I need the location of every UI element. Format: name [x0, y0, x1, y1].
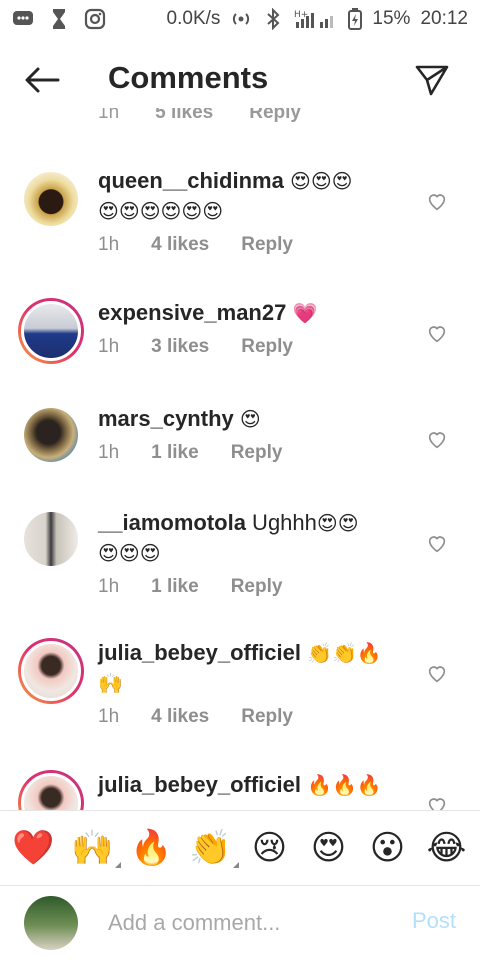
partial-comment-meta: 1h 5 likes Reply [98, 108, 301, 123]
comment-emoji: 😍😍😍 [289, 169, 353, 193]
emoji-quick-bar: ❤️ 🙌 🔥 👏 😢 😍 😮 😂 [0, 810, 480, 886]
reply-button[interactable]: Reply [241, 336, 293, 358]
comment-time: 1h [98, 336, 120, 357]
comment-emoji: 👏👏🔥 [307, 641, 382, 665]
chat-icon [12, 8, 34, 30]
comment-time: 1h [98, 442, 120, 463]
avatar[interactable] [18, 770, 84, 810]
comment-username[interactable]: julia_bebey_officiel [98, 640, 301, 665]
instagram-icon [84, 8, 106, 30]
signal-icon: H+ [294, 8, 338, 30]
comment-item: julia_bebey_officiel 🔥🔥🔥 [0, 770, 480, 810]
avatar[interactable] [18, 298, 84, 364]
likes-count[interactable]: 1 like [151, 442, 199, 464]
like-heart-icon[interactable] [426, 322, 448, 344]
status-bar: 0.0K/s H+ 15% 20:12 [0, 0, 480, 38]
page-title: Comments [108, 60, 269, 95]
emoji-heart-eyes-button[interactable]: 😍 [303, 822, 355, 874]
hourglass-icon [48, 8, 70, 30]
bluetooth-icon [262, 8, 284, 30]
emoji-laughing-button[interactable]: 😂 [421, 822, 473, 874]
comment-time: 1h [98, 706, 120, 727]
comment-emoji: 😍😍 [316, 511, 359, 535]
back-button[interactable] [22, 62, 62, 98]
comment-emoji: 😍 [239, 407, 261, 431]
comment-username[interactable]: mars_cynthy [98, 406, 234, 431]
post-button[interactable]: Post [412, 908, 456, 934]
emoji-fire-button[interactable]: 🔥 [126, 822, 178, 874]
emoji-surprised-button[interactable]: 😮 [362, 822, 414, 874]
comment-item: expensive_man27 💗 1h 3 likes Reply [0, 298, 480, 388]
like-heart-icon[interactable] [426, 794, 448, 810]
reply-button[interactable]: Reply [241, 706, 293, 728]
comment-username[interactable]: expensive_man27 [98, 300, 286, 325]
battery-percent: 15% [372, 8, 411, 29]
comment-item: __iamomotola Ughhh😍😍 😍😍😍 1h 1 like Reply [0, 508, 480, 618]
comment-composer: Post [0, 886, 480, 960]
emoji-crying-button[interactable]: 😢 [244, 822, 296, 874]
avatar[interactable] [24, 512, 78, 566]
comment-emoji: 🙌 [98, 671, 123, 695]
share-button[interactable] [412, 60, 452, 100]
comments-list[interactable]: 1h 5 likes Reply queen__chidinma 😍😍😍 😍😍😍… [0, 108, 480, 810]
hotspot-icon [230, 8, 252, 30]
emoji-heart-button[interactable]: ❤️ [8, 822, 60, 874]
avatar[interactable] [24, 172, 78, 226]
avatar[interactable] [24, 408, 78, 462]
comment-input[interactable] [108, 906, 388, 940]
comment-emoji: 😍😍😍 [98, 541, 161, 565]
comment-username[interactable]: julia_bebey_officiel [98, 772, 301, 797]
comment-username[interactable]: __iamomotola [98, 510, 246, 535]
likes-count[interactable]: 4 likes [151, 234, 209, 256]
comment-username[interactable]: queen__chidinma [98, 168, 284, 193]
clock: 20:12 [420, 8, 468, 29]
header: Comments [0, 52, 480, 108]
emoji-clap-button[interactable]: 👏 [185, 822, 239, 874]
network-speed: 0.0K/s [166, 8, 221, 29]
likes-count[interactable]: 4 likes [151, 706, 209, 728]
comment-text: Ughhh [245, 510, 317, 535]
arrow-left-icon [25, 67, 60, 93]
comment-time: 1h [98, 234, 120, 255]
paper-plane-icon [415, 65, 449, 96]
like-heart-icon[interactable] [426, 532, 448, 554]
reply-button[interactable]: Reply [231, 442, 283, 464]
like-heart-icon[interactable] [426, 662, 448, 684]
reply-button[interactable]: Reply [241, 234, 293, 256]
comment-time: 1h [98, 576, 120, 597]
like-heart-icon[interactable] [426, 428, 448, 450]
comment-item: mars_cynthy 😍 1h 1 like Reply [0, 404, 480, 494]
reply-button[interactable]: Reply [231, 576, 283, 598]
likes-count[interactable]: 1 like [151, 576, 199, 598]
battery-icon [348, 8, 363, 30]
comment-emoji: 😍😍😍😍😍😍 [98, 199, 224, 223]
comment-emoji: 🔥🔥🔥 [307, 773, 382, 797]
likes-count[interactable]: 3 likes [151, 336, 209, 358]
comment-emoji: 💗 [292, 301, 318, 325]
avatar[interactable] [18, 638, 84, 704]
emoji-raised-hands-button[interactable]: 🙌 [67, 822, 121, 874]
current-user-avatar [24, 896, 78, 950]
comment-item: julia_bebey_officiel 👏👏🔥 🙌 1h 4 likes Re… [0, 638, 480, 748]
comment-item: queen__chidinma 😍😍😍 😍😍😍😍😍😍 1h 4 likes Re… [0, 166, 480, 276]
like-heart-icon[interactable] [426, 190, 448, 212]
